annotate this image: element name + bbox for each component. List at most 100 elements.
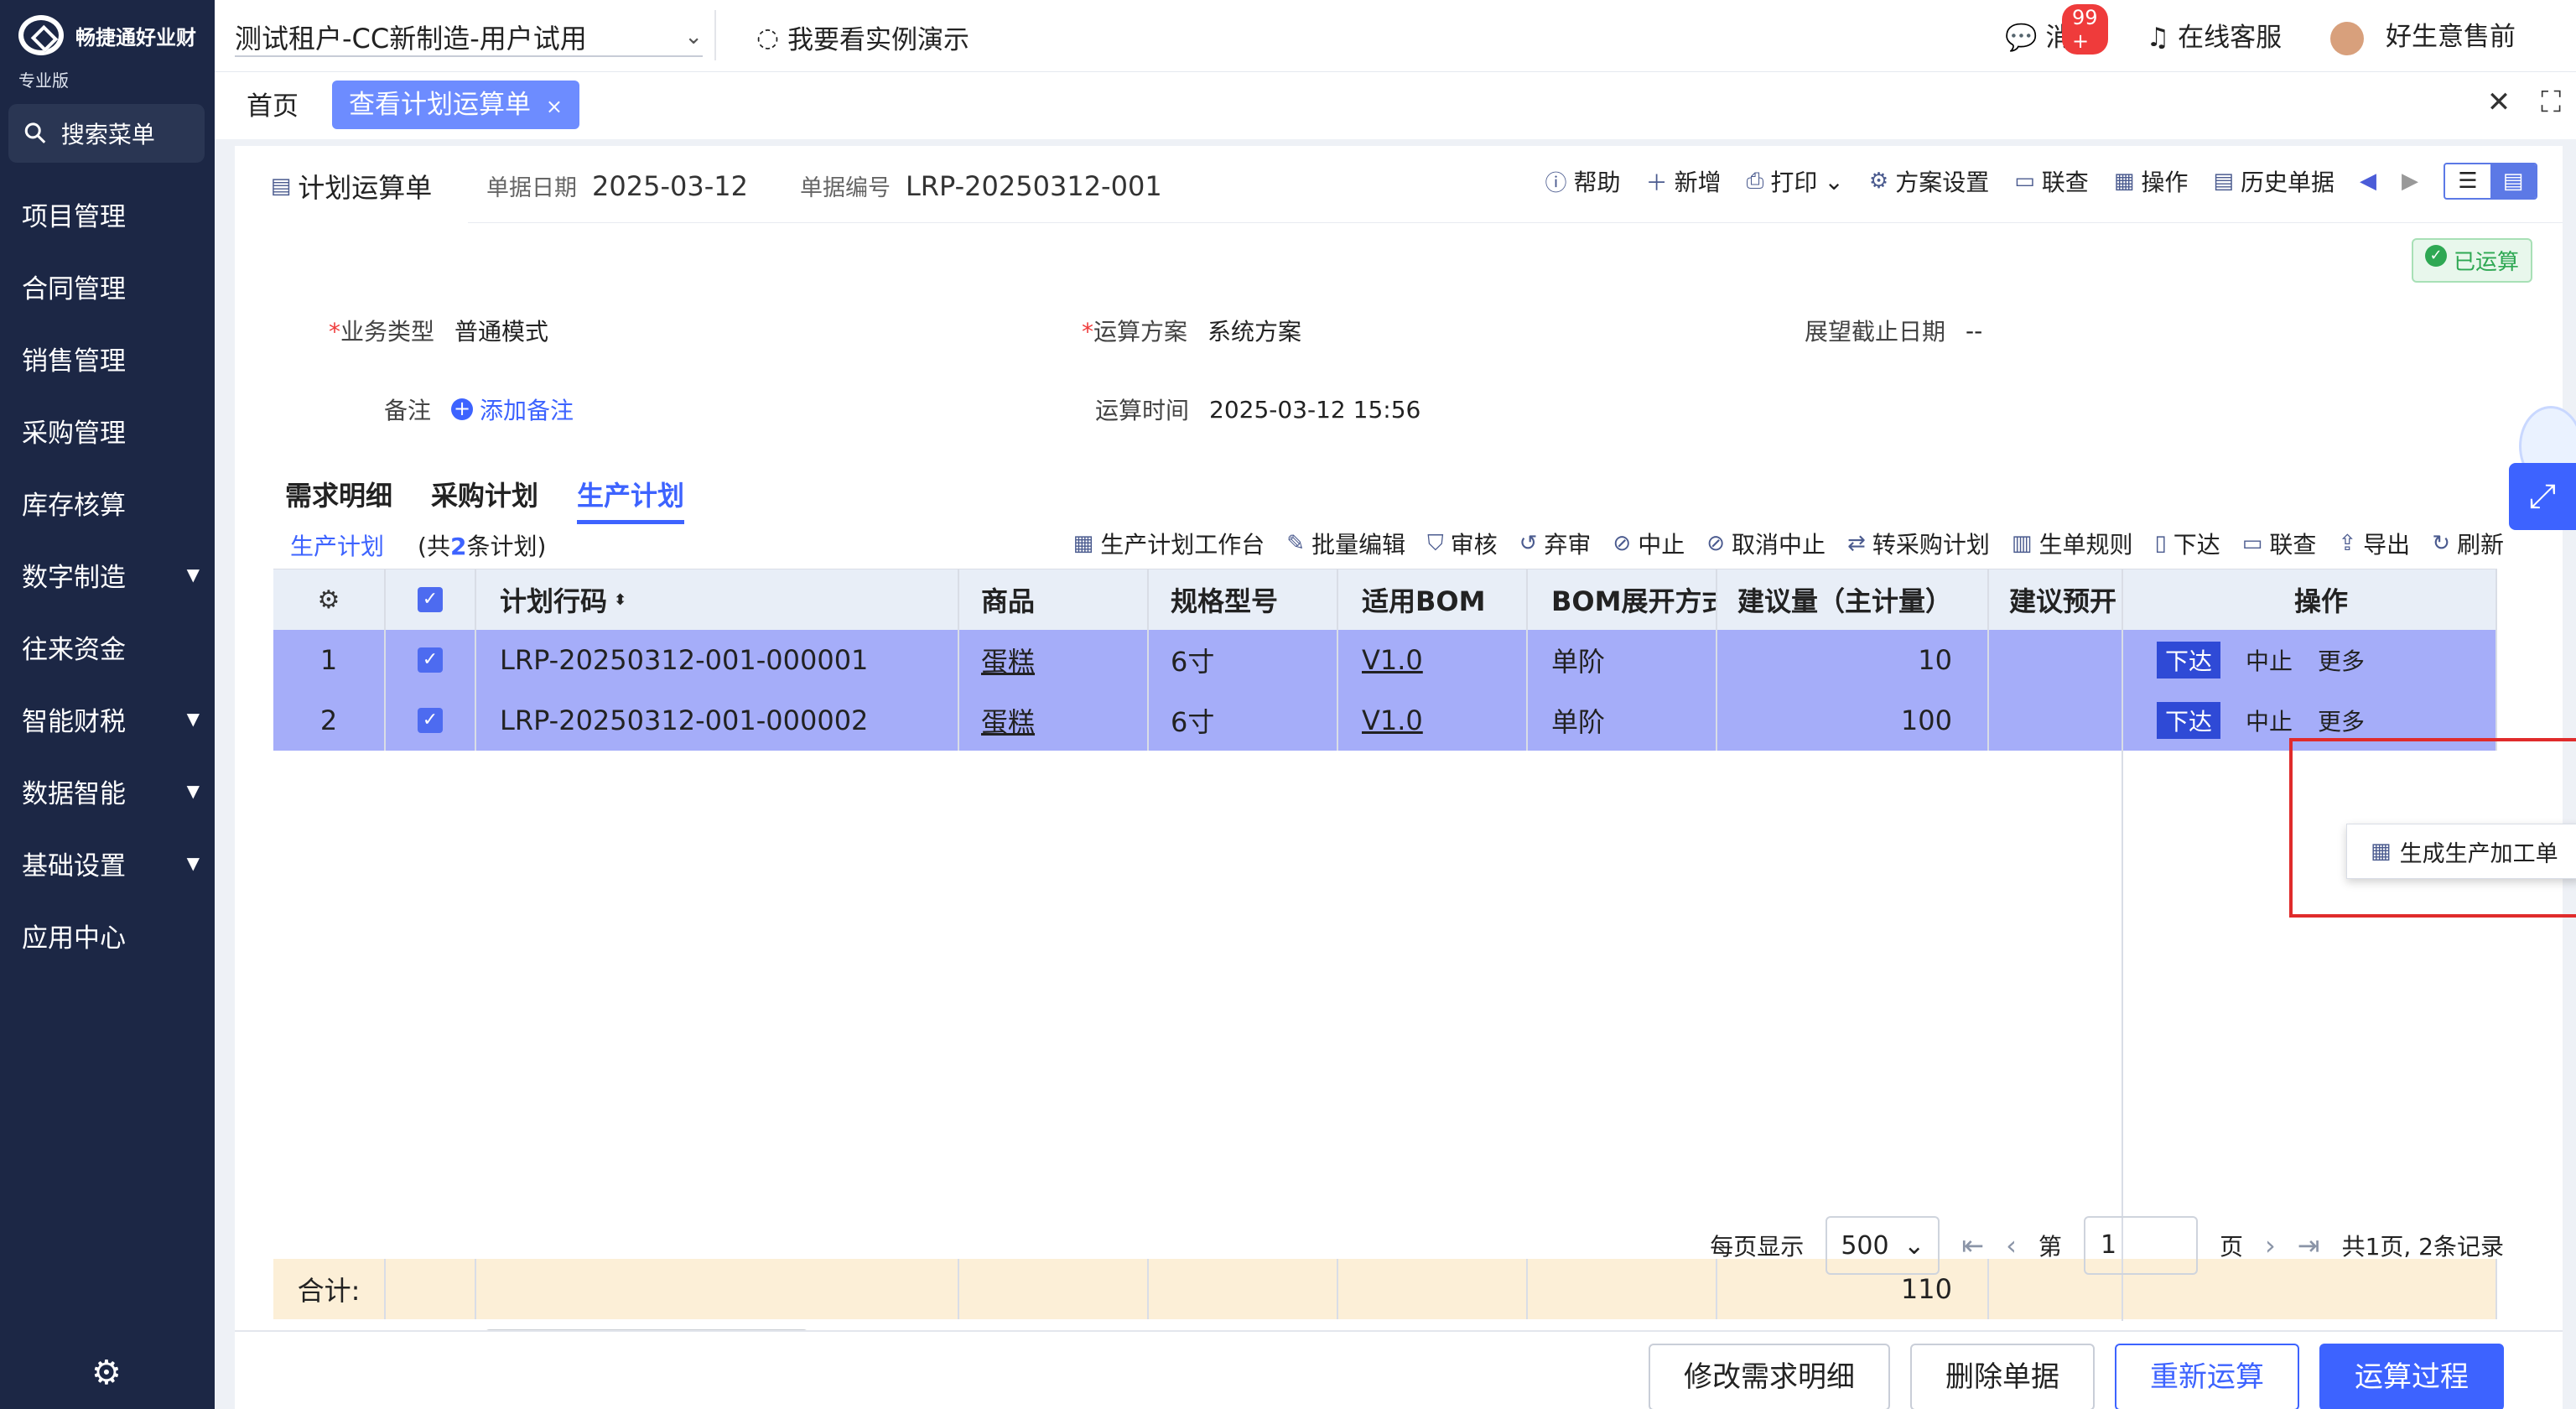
new-button[interactable]: ＋新增 (1646, 164, 1722, 198)
next-icon[interactable]: ▶ (2402, 169, 2418, 194)
unapprove-button[interactable]: ↺ 弃审 (1519, 527, 1592, 560)
to-purchase-button[interactable]: ⇄ 转采购计划 (1847, 527, 1990, 560)
tab-demand-detail[interactable]: 需求明细 (285, 475, 392, 524)
message-button[interactable]: 💬 消息 99 + (2005, 4, 2108, 55)
refresh-button[interactable]: ↻ 刷新 (2432, 527, 2504, 560)
demo-link[interactable]: ◌ 我要看实例演示 (756, 18, 969, 56)
plan-code: LRP-20250312-001-000001 (476, 630, 959, 690)
sum-label: 合计: (273, 1259, 386, 1319)
cancel-suspend-button[interactable]: ⊘ 取消中止 (1706, 527, 1826, 560)
col-plan-code[interactable]: 计划行码 ⬍ (476, 569, 959, 630)
tab-home[interactable]: 首页 (235, 84, 310, 129)
operation-cell: 下达 中止 更多 (2123, 630, 2497, 690)
sidebar-item-apps[interactable]: 应用中心 (0, 899, 215, 971)
document-tab[interactable]: ▤ 计划运算单 (235, 153, 468, 223)
sub-tabs: 需求明细 采购计划 生产计划 (285, 475, 685, 524)
tool-label: 帮助 (1573, 169, 1621, 196)
sidebar-item-finance[interactable]: 智能财税 ▼ (0, 683, 215, 755)
release-button[interactable]: ▯ 下达 (2154, 527, 2220, 560)
status-text: 已运算 (2453, 250, 2519, 275)
service-button[interactable]: ♫ 在线客服 (2146, 16, 2282, 54)
batch-edit-button[interactable]: ✎ 批量编辑 (1286, 527, 1405, 560)
sidebar-item-contract[interactable]: 合同管理 (0, 250, 215, 322)
tenant-select[interactable]: 测试租户-CC新制造-用户试用 ⌄ (235, 18, 703, 57)
user-menu[interactable]: 好生意售前 (2330, 15, 2516, 55)
previous-icon[interactable]: ◀ (2360, 169, 2376, 194)
last-page-icon[interactable]: ⇥ (2298, 1230, 2320, 1261)
view-toggle[interactable]: ☰ ▤ (2444, 163, 2537, 200)
scheme-label: *运算方案 (1082, 314, 1187, 347)
bom-link[interactable]: V1.0 (1362, 644, 1423, 676)
scheme-settings-button[interactable]: ⚙ 方案设置 (1869, 164, 1989, 198)
add-remark-link[interactable]: + 添加备注 (451, 393, 574, 426)
run-time-value: 2025-03-12 15:56 (1209, 395, 1421, 424)
product-link[interactable]: 蛋糕 (981, 641, 1035, 679)
operation-button[interactable]: ▦ 操作 (2114, 164, 2189, 198)
link-query-button[interactable]: ▭ 联查 (2014, 164, 2089, 198)
list-view-icon[interactable]: ☰ (2445, 164, 2490, 198)
expand-icon[interactable]: ⤢ (2509, 463, 2576, 530)
table-row[interactable]: 2 ✓ LRP-20250312-001-000002 蛋糕 6寸 V1.0 单… (273, 690, 2497, 751)
column-settings[interactable]: ⚙ (273, 569, 386, 630)
settings-gear-icon[interactable]: ⚙ (91, 1354, 122, 1392)
prev-page-icon[interactable]: ‹ (2006, 1230, 2017, 1261)
sidebar-item-funds[interactable]: 往来资金 (0, 611, 215, 683)
modify-demand-button[interactable]: 修改需求明细 (1649, 1344, 1890, 1409)
tab-production-plan[interactable]: 生产计划 (577, 475, 685, 524)
first-page-icon[interactable]: ⇤ (1961, 1230, 1984, 1261)
menu-search-label: 搜索菜单 (60, 121, 155, 148)
create-work-order-option[interactable]: 生成生产加工单 (2400, 835, 2558, 868)
tab-purchase-plan[interactable]: 采购计划 (431, 475, 538, 524)
close-all-icon[interactable]: ✕ (2487, 86, 2511, 119)
release-link[interactable]: 下达 (2157, 702, 2221, 739)
suspend-button[interactable]: ⊘ 中止 (1613, 527, 1685, 560)
more-link[interactable]: 更多 (2318, 704, 2365, 737)
link-button[interactable]: ▭ 联查 (2242, 527, 2317, 560)
sidebar-item-settings[interactable]: 基础设置 ▼ (0, 827, 215, 899)
workbench-icon: ▦ (1072, 531, 1094, 556)
tool-label: 历史单据 (2240, 169, 2334, 196)
bom-link[interactable]: V1.0 (1362, 704, 1423, 736)
table-header: ⚙ ✓ 计划行码 ⬍ 商品 规格型号 适用BOM BOM展开方式 建议量（主计量）… (273, 569, 2497, 630)
help-button[interactable]: ⓘ 帮助 (1545, 164, 1621, 198)
sidebar-item-data[interactable]: 数据智能 ▼ (0, 755, 215, 827)
sidebar-item-project[interactable]: 项目管理 (0, 178, 215, 250)
tab-plan-calc[interactable]: 查看计划运算单 × (332, 81, 579, 129)
fullscreen-icon[interactable]: ⛶ (2541, 86, 2561, 119)
history-button[interactable]: ▤ 历史单据 (2213, 164, 2334, 198)
table-row[interactable]: 1 ✓ LRP-20250312-001-000001 蛋糕 6寸 V1.0 单… (273, 630, 2497, 690)
product-link[interactable]: 蛋糕 (981, 701, 1035, 740)
card-view-icon[interactable]: ▤ (2490, 164, 2536, 198)
page-input[interactable]: 1 (2083, 1216, 2198, 1275)
sidebar-item-sales[interactable]: 销售管理 (0, 322, 215, 394)
export-button[interactable]: ⇪ 导出 (2338, 527, 2410, 560)
sort-icon[interactable]: ⬍ (614, 591, 626, 609)
per-page-select[interactable]: 500 ⌄ (1826, 1216, 1940, 1275)
calc-process-button[interactable]: 运算过程 (2319, 1344, 2504, 1409)
required-mark: * (1082, 318, 1093, 346)
workbench-button[interactable]: ▦ 生产计划工作台 (1073, 527, 1265, 560)
sidebar-item-manufacturing[interactable]: 数字制造 ▼ (0, 538, 215, 611)
rule-button[interactable]: ▥ 生单规则 (2012, 527, 2133, 560)
next-page-icon[interactable]: › (2265, 1230, 2276, 1261)
horizon-field: 展望截止日期 -- (1805, 314, 1982, 347)
avatar (2330, 21, 2365, 55)
delete-document-button[interactable]: 删除单据 (1910, 1344, 2095, 1409)
checkbox-checked-icon: ✓ (418, 708, 443, 733)
print-button[interactable]: ⎙ 打印 ⌄ (1747, 164, 1844, 198)
row-checkbox[interactable]: ✓ (386, 630, 476, 690)
suspend-link[interactable]: 中止 (2246, 704, 2293, 737)
list-title-link[interactable]: 生产计划 (290, 528, 384, 562)
close-icon[interactable]: × (546, 95, 563, 118)
rerun-button[interactable]: 重新运算 (2115, 1344, 2299, 1409)
menu-search[interactable]: ⚲ 搜索菜单 (8, 104, 205, 163)
sidebar-item-purchase[interactable]: 采购管理 (0, 394, 215, 466)
suspend-link[interactable]: 中止 (2246, 643, 2293, 677)
chevron-down-icon: ⌄ (1824, 167, 1844, 195)
approve-button[interactable]: ⛉ 审核 (1427, 527, 1498, 560)
row-checkbox[interactable]: ✓ (386, 690, 476, 751)
select-all-checkbox[interactable]: ✓ (386, 569, 476, 630)
sidebar-item-inventory[interactable]: 库存核算 (0, 466, 215, 538)
more-link[interactable]: 更多 (2318, 643, 2365, 677)
release-link[interactable]: 下达 (2157, 642, 2221, 679)
